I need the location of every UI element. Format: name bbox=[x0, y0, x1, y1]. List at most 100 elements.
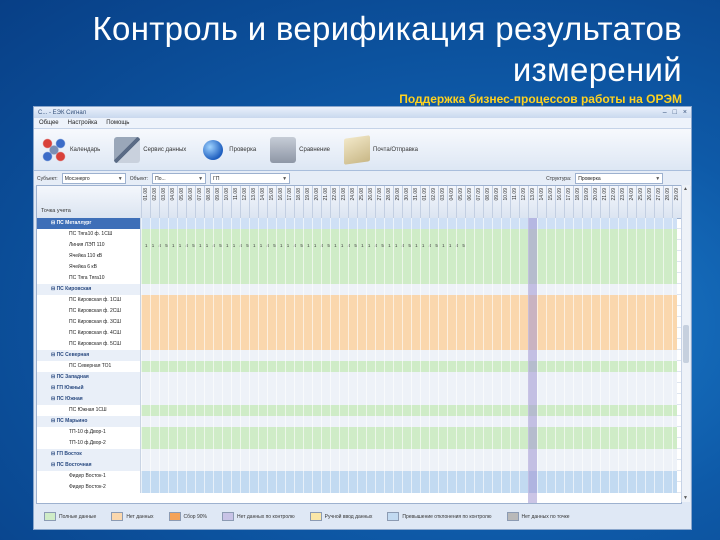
date-column-header[interactable]: 16.08 bbox=[276, 186, 285, 218]
date-column-header[interactable]: 06.09 bbox=[465, 186, 474, 218]
date-column-header[interactable]: 11.08 bbox=[231, 186, 240, 218]
period-select[interactable]: ГП ▼ bbox=[210, 173, 291, 184]
structure-select[interactable]: Проверка ▼ bbox=[575, 173, 664, 184]
group-row[interactable]: ⊟ ГП Южный bbox=[37, 383, 681, 394]
date-column-header[interactable]: 26.08 bbox=[366, 186, 375, 218]
date-column-header[interactable]: 15.09 bbox=[546, 186, 555, 218]
date-column-header[interactable]: 11.09 bbox=[510, 186, 519, 218]
table-row[interactable]: ПС Северная ТО1 bbox=[37, 361, 681, 372]
group-row[interactable]: ⊟ ПС Северная bbox=[37, 350, 681, 361]
date-column-header[interactable]: 21.09 bbox=[600, 186, 609, 218]
date-column-header[interactable]: 07.08 bbox=[195, 186, 204, 218]
menu-general[interactable]: Общее bbox=[39, 120, 59, 126]
menu-help[interactable]: Помощь bbox=[106, 120, 129, 126]
minimize-icon[interactable]: – bbox=[663, 109, 667, 116]
date-column-header[interactable]: 08.09 bbox=[483, 186, 492, 218]
close-icon[interactable]: × bbox=[683, 109, 687, 116]
object-select[interactable]: По... ▼ bbox=[152, 173, 207, 184]
group-row[interactable]: ⊟ ПС Западная bbox=[37, 372, 681, 383]
date-column-header[interactable]: 28.09 bbox=[663, 186, 672, 218]
date-column-header[interactable]: 03.08 bbox=[159, 186, 168, 218]
ribbon-data-service-button[interactable]: Сервис данных bbox=[111, 135, 189, 165]
date-column-header[interactable]: 02.09 bbox=[429, 186, 438, 218]
date-column-header[interactable]: 24.08 bbox=[348, 186, 357, 218]
date-column-header[interactable]: 25.08 bbox=[357, 186, 366, 218]
date-column-header[interactable]: 03.09 bbox=[438, 186, 447, 218]
date-column-header[interactable]: 01.09 bbox=[420, 186, 429, 218]
date-column-header[interactable]: 23.08 bbox=[339, 186, 348, 218]
group-row[interactable]: ⊟ ПС Металлург bbox=[37, 218, 681, 229]
date-column-header[interactable]: 02.08 bbox=[150, 186, 159, 218]
date-column-header[interactable]: 28.08 bbox=[384, 186, 393, 218]
date-column-header[interactable]: 10.09 bbox=[501, 186, 510, 218]
date-column-header[interactable]: 17.09 bbox=[564, 186, 573, 218]
date-column-header[interactable]: 17.08 bbox=[285, 186, 294, 218]
date-column-header[interactable]: 22.08 bbox=[330, 186, 339, 218]
date-column-header[interactable]: 01.08 bbox=[141, 186, 150, 218]
date-column-header[interactable]: 04.08 bbox=[168, 186, 177, 218]
date-column-header[interactable]: 09.08 bbox=[213, 186, 222, 218]
group-row[interactable]: ⊟ ПС Марьино bbox=[37, 416, 681, 427]
date-column-header[interactable]: 20.09 bbox=[591, 186, 600, 218]
date-column-header[interactable]: 05.08 bbox=[177, 186, 186, 218]
ribbon-compare-button[interactable]: Сравнение bbox=[267, 135, 333, 165]
ribbon-mail-button[interactable]: Почта/Отправка bbox=[341, 134, 421, 165]
scrollbar-thumb[interactable] bbox=[683, 325, 689, 363]
menu-settings[interactable]: Настройка bbox=[68, 120, 98, 126]
table-row[interactable]: Фидер Восток-1 bbox=[37, 471, 681, 482]
date-column-header[interactable]: 19.08 bbox=[303, 186, 312, 218]
table-row[interactable]: ПС Кировская ф. 2СШ bbox=[37, 306, 681, 317]
group-row[interactable]: ⊟ ГП Восток bbox=[37, 449, 681, 460]
date-column-header[interactable]: 14.08 bbox=[258, 186, 267, 218]
ribbon-check-button[interactable]: Проверка bbox=[197, 135, 259, 165]
scroll-down-icon[interactable]: ▼ bbox=[683, 495, 688, 501]
date-column-header[interactable]: 14.09 bbox=[537, 186, 546, 218]
date-column-header[interactable]: 10.08 bbox=[222, 186, 231, 218]
table-row[interactable]: Фидер Восток-2 bbox=[37, 482, 681, 493]
date-column-header[interactable]: 20.08 bbox=[312, 186, 321, 218]
date-column-header[interactable]: 16.09 bbox=[555, 186, 564, 218]
table-row[interactable]: ТП-10 ф.Двор-1 bbox=[37, 427, 681, 438]
date-column-header[interactable]: 24.09 bbox=[627, 186, 636, 218]
date-column-header[interactable]: 22.09 bbox=[609, 186, 618, 218]
table-row[interactable]: ПС Кировская ф. 4СШ bbox=[37, 328, 681, 339]
date-column-header[interactable]: 06.08 bbox=[186, 186, 195, 218]
date-column-header[interactable]: 18.08 bbox=[294, 186, 303, 218]
date-column-header[interactable]: 23.09 bbox=[618, 186, 627, 218]
table-row[interactable]: ПС Южная 1СШ bbox=[37, 405, 681, 416]
date-column-header[interactable]: 05.09 bbox=[456, 186, 465, 218]
table-row[interactable]: ПС Тяга10 ф. 1СШ bbox=[37, 229, 681, 240]
date-column-header[interactable]: 30.08 bbox=[402, 186, 411, 218]
date-column-header[interactable]: 27.09 bbox=[654, 186, 663, 218]
date-column-header[interactable]: 12.08 bbox=[240, 186, 249, 218]
table-row[interactable]: ПС Кировская ф. 3СШ bbox=[37, 317, 681, 328]
date-column-header[interactable]: 25.09 bbox=[636, 186, 645, 218]
date-column-header[interactable]: 29.09 bbox=[672, 186, 681, 218]
date-column-header[interactable]: 21.08 bbox=[321, 186, 330, 218]
vertical-scrollbar[interactable]: ▲ ▼ bbox=[681, 185, 690, 502]
date-column-header[interactable]: 19.09 bbox=[582, 186, 591, 218]
date-column-header[interactable]: 27.08 bbox=[375, 186, 384, 218]
table-row[interactable]: ПС Кировская ф. 1СШ bbox=[37, 295, 681, 306]
date-column-header[interactable]: 29.08 bbox=[393, 186, 402, 218]
date-column-header[interactable]: 26.09 bbox=[645, 186, 654, 218]
table-row[interactable]: ПС Тяга Тяга10 bbox=[37, 273, 681, 284]
ribbon-calendar-button[interactable]: Календарь bbox=[38, 135, 103, 165]
date-column-header[interactable]: 31.08 bbox=[411, 186, 420, 218]
date-column-header[interactable]: 18.09 bbox=[573, 186, 582, 218]
maximize-icon[interactable]: □ bbox=[673, 109, 677, 116]
date-column-header[interactable]: 04.09 bbox=[447, 186, 456, 218]
group-row[interactable]: ⊟ ПС Кировская bbox=[37, 284, 681, 295]
date-column-header[interactable]: 15.08 bbox=[267, 186, 276, 218]
table-row[interactable]: Ячейка 6 кВ bbox=[37, 262, 681, 273]
date-column-header[interactable]: 07.09 bbox=[474, 186, 483, 218]
scroll-up-icon[interactable]: ▲ bbox=[683, 186, 688, 192]
date-column-header[interactable]: 09.09 bbox=[492, 186, 501, 218]
group-row[interactable]: ⊟ ПС Южная bbox=[37, 394, 681, 405]
name-column-header[interactable]: Точка учета bbox=[37, 208, 141, 218]
table-row[interactable]: ПС Кировская ф. 5СШ bbox=[37, 339, 681, 350]
table-row[interactable]: Ячейка 110 кВ bbox=[37, 251, 681, 262]
subject-select[interactable]: Мосэнерго ▼ bbox=[61, 173, 126, 184]
date-column-header[interactable]: 13.08 bbox=[249, 186, 258, 218]
group-row[interactable]: ⊟ ПС Восточная bbox=[37, 460, 681, 471]
